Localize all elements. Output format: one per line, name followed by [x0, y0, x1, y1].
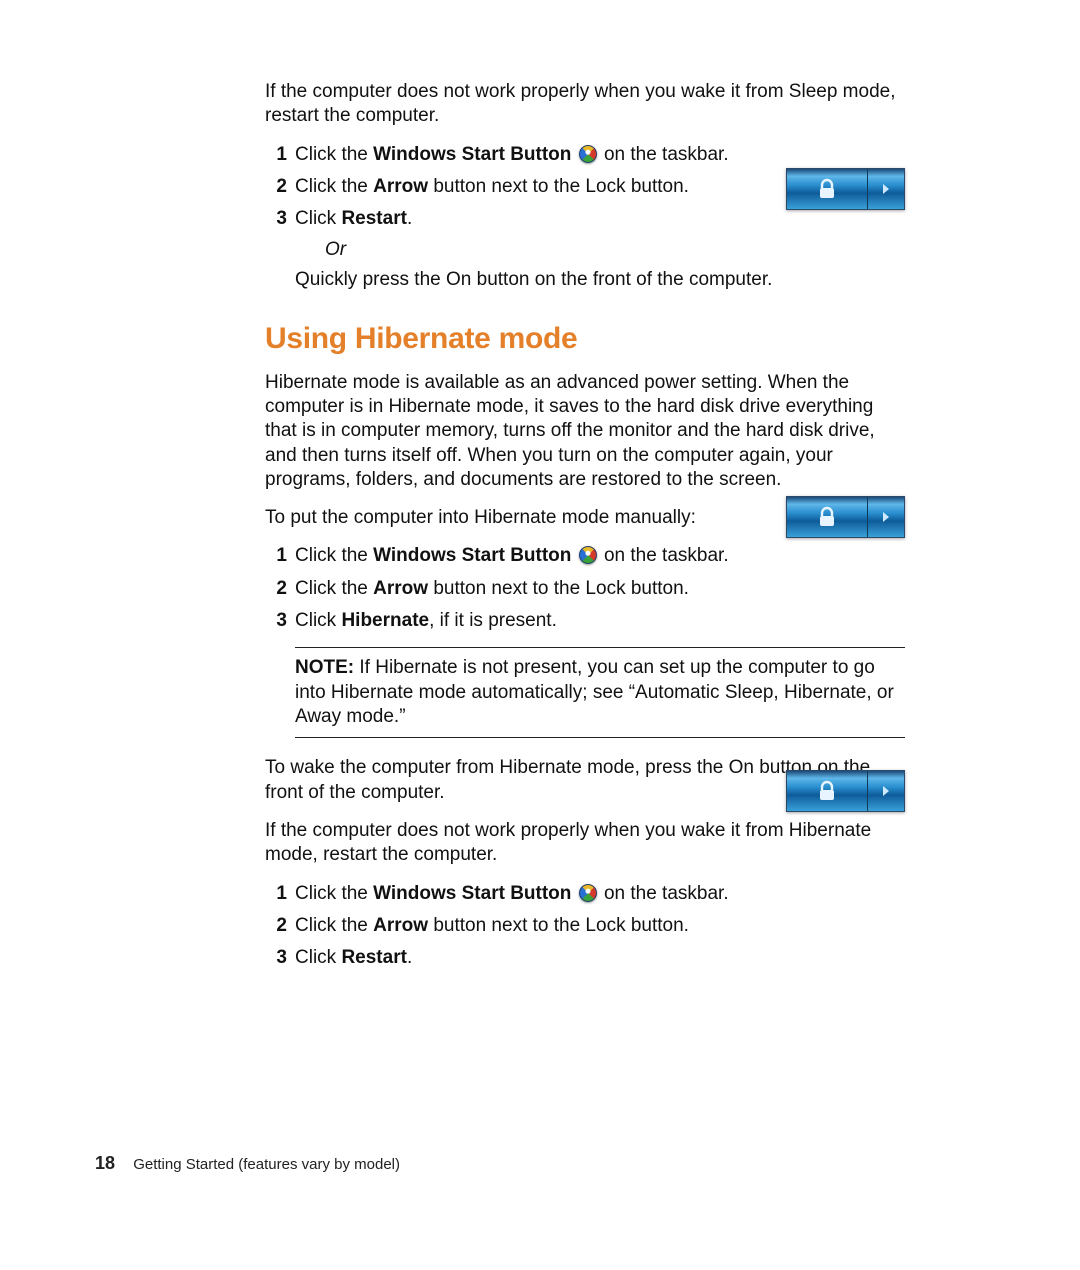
step-text-pre: Click the	[295, 545, 373, 566]
lock-arrow-figure-2	[786, 496, 905, 538]
page-footer: 18 Getting Started (features vary by mod…	[95, 1152, 400, 1175]
step-text-pre: Click the	[295, 915, 373, 936]
step-hr-3: 3 Click Restart.	[265, 946, 905, 970]
note-body: If Hibernate is not present, you can set…	[295, 657, 894, 727]
note-label: NOTE:	[295, 657, 354, 678]
step-text-post: button next to the Lock button.	[428, 915, 689, 936]
hibernate-restart-steps: 1 Click the Windows Start Button on the …	[265, 882, 905, 971]
step-text-post: on the taskbar.	[599, 883, 729, 904]
step-text-pre: Click	[295, 208, 341, 229]
hibernate-restart-intro: If the computer does not work properly w…	[265, 819, 905, 868]
footer-text: Getting Started (features vary by model)	[133, 1156, 400, 1173]
step-number: 2	[265, 914, 287, 938]
step-text-bold: Arrow	[373, 915, 428, 936]
step-text-bold: Restart	[341, 208, 406, 229]
step-text-bold: Hibernate	[341, 610, 429, 631]
step-a-2: 2 Click the Arrow button next to the Loc…	[265, 175, 905, 199]
step-text-bold: Windows Start Button	[373, 545, 571, 566]
step-text-post: on the taskbar.	[599, 545, 729, 566]
step-text-pre: Click the	[295, 883, 373, 904]
arrow-button	[867, 497, 904, 537]
restart-steps-a: 1 Click the Windows Start Button on the …	[265, 143, 905, 293]
step-h-2: 2 Click the Arrow button next to the Loc…	[265, 577, 905, 601]
step-number: 2	[265, 577, 287, 601]
step-h-3: 3 Click Hibernate, if it is present.	[265, 609, 905, 633]
step-text-pre: Click the	[295, 144, 373, 165]
arrow-button	[867, 771, 904, 811]
step-text-post: on the taskbar.	[599, 144, 729, 165]
step-text-bold: Windows Start Button	[373, 144, 571, 165]
windows-start-orb-icon	[579, 546, 597, 564]
step-hr-1: 1 Click the Windows Start Button on the …	[265, 882, 905, 906]
step-a-1: 1 Click the Windows Start Button on the …	[265, 143, 905, 167]
step-a-3: 3 Click Restart. Or Quickly press the On…	[265, 207, 905, 292]
alt-text: Quickly press the On button on the front…	[295, 268, 905, 292]
section-heading-hibernate: Using Hibernate mode	[265, 320, 905, 358]
lock-button	[787, 497, 867, 537]
step-text-post: .	[407, 947, 412, 968]
sleep-restart-intro: If the computer does not work properly w…	[265, 80, 905, 129]
step-hr-2: 2 Click the Arrow button next to the Loc…	[265, 914, 905, 938]
step-text-post: button next to the Lock button.	[428, 578, 689, 599]
lock-button	[787, 771, 867, 811]
step-text-bold: Restart	[341, 947, 406, 968]
step-number: 2	[265, 175, 287, 199]
windows-start-orb-icon	[579, 145, 597, 163]
step-text-bold: Arrow	[373, 176, 428, 197]
step-text-bold: Arrow	[373, 578, 428, 599]
note-box: NOTE: If Hibernate is not present, you c…	[295, 647, 905, 738]
lock-arrow-figure-3	[786, 770, 905, 812]
step-text-pre: Click the	[295, 176, 373, 197]
hibernate-desc: Hibernate mode is available as an advanc…	[265, 371, 905, 493]
step-number: 1	[265, 882, 287, 906]
step-text-pre: Click the	[295, 578, 373, 599]
windows-start-orb-icon	[579, 884, 597, 902]
step-number: 3	[265, 946, 287, 970]
step-text-bold: Windows Start Button	[373, 883, 571, 904]
or-text: Or	[325, 238, 905, 262]
hibernate-steps: 1 Click the Windows Start Button on the …	[265, 544, 905, 633]
step-text-pre: Click	[295, 947, 341, 968]
step-h-1: 1 Click the Windows Start Button on the …	[265, 544, 905, 568]
step-text-post: button next to the Lock button.	[428, 176, 689, 197]
lock-icon	[816, 780, 838, 802]
step-number: 3	[265, 609, 287, 633]
lock-icon	[816, 506, 838, 528]
step-number: 3	[265, 207, 287, 231]
step-number: 1	[265, 544, 287, 568]
chevron-right-icon	[879, 784, 893, 798]
chevron-right-icon	[879, 510, 893, 524]
step-text-pre: Click	[295, 610, 341, 631]
step-text-post: , if it is present.	[429, 610, 557, 631]
page-number: 18	[95, 1153, 115, 1173]
step-text-post: .	[407, 208, 412, 229]
step-number: 1	[265, 143, 287, 167]
